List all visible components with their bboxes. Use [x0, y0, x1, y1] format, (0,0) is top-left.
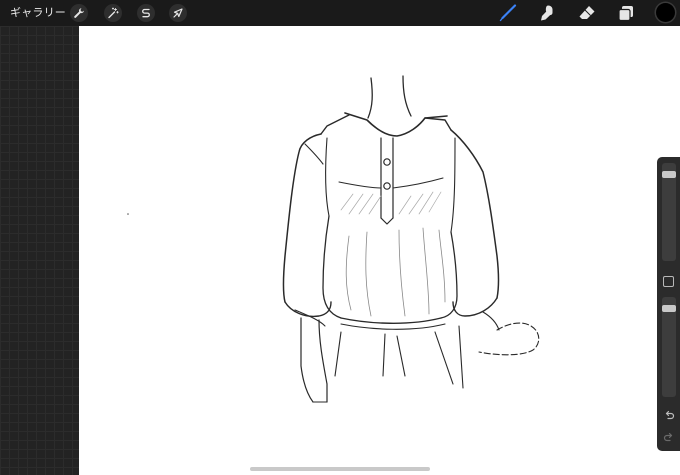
redo-button[interactable] [661, 429, 677, 445]
brush-size-slider[interactable] [662, 163, 676, 261]
selection-s-icon [140, 7, 152, 19]
opacity-thumb[interactable] [662, 305, 676, 313]
top-toolbar: ギャラリー [0, 0, 680, 26]
actions-button[interactable] [70, 4, 88, 22]
transform-button[interactable] [169, 4, 187, 22]
drawing-canvas[interactable] [79, 26, 680, 475]
adjustments-button[interactable] [104, 4, 122, 22]
wrench-icon [73, 7, 85, 19]
brush-tool-button[interactable] [497, 3, 519, 23]
arrow-cursor-icon [172, 7, 184, 19]
sketch-drawing [127, 75, 540, 403]
smudge-tool-button[interactable] [536, 3, 558, 23]
gallery-button[interactable]: ギャラリー [10, 5, 66, 21]
modify-button[interactable] [663, 276, 674, 287]
eraser-tool-button[interactable] [576, 3, 598, 23]
magic-wand-icon [107, 7, 119, 19]
undo-arrow-icon [663, 406, 675, 425]
eraser-icon [577, 3, 597, 23]
layers-button[interactable] [615, 3, 637, 23]
layers-icon [616, 3, 636, 23]
color-picker-button[interactable] [656, 3, 675, 22]
home-indicator[interactable] [250, 467, 430, 471]
brush-sidebar [657, 157, 680, 451]
smudge-finger-icon [537, 3, 557, 23]
redo-arrow-icon [663, 428, 675, 447]
undo-button[interactable] [661, 407, 677, 423]
opacity-slider[interactable] [662, 297, 676, 397]
workspace-background [0, 26, 79, 475]
brush-icon [498, 3, 518, 23]
selection-button[interactable] [137, 4, 155, 22]
brush-size-thumb[interactable] [662, 171, 676, 179]
